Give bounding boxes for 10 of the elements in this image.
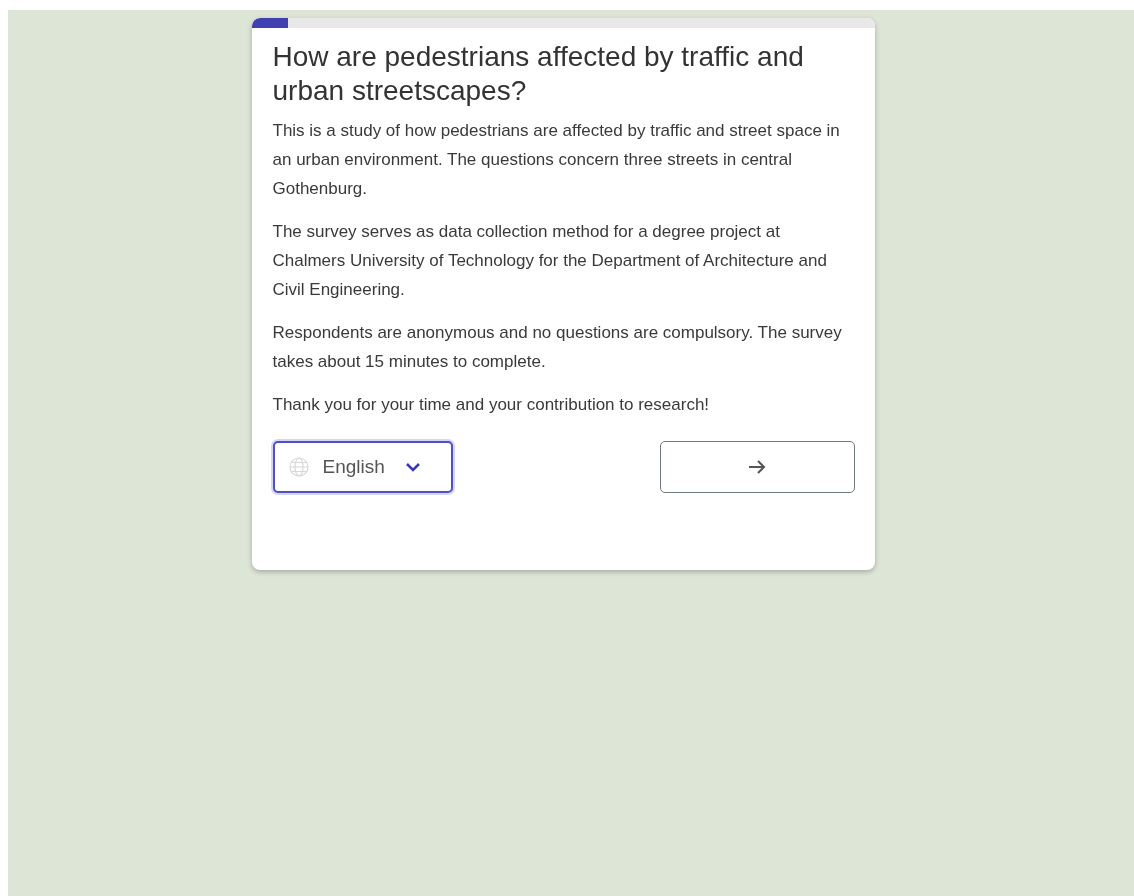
- next-button[interactable]: [659, 441, 855, 493]
- intro-paragraph: Thank you for your time and your contribution to research!: [272, 394, 711, 416]
- chevron-down-icon: [404, 462, 421, 472]
- survey-title: How are pedestrians affected by traffic and urban streetscapes?: [272, 40, 805, 108]
- language-select[interactable]: English: [272, 441, 453, 493]
- intro-paragraph: This is a study of how pedestrians are affected by traffic and street space in an urban environment. The questions concern three streets in central Gothenburg.: [272, 120, 841, 200]
- globe-icon: [288, 457, 309, 477]
- intro-paragraph: The survey serves as data collection method for a degree project at Chalmers University of Technology for the Department of Architecture and Civil Engineering.: [272, 221, 828, 301]
- arrow-right-icon: [748, 460, 766, 474]
- intro-paragraph: Respondents are anonymous and no questions are compulsory. The survey takes about 15 minutes to complete.: [272, 322, 843, 373]
